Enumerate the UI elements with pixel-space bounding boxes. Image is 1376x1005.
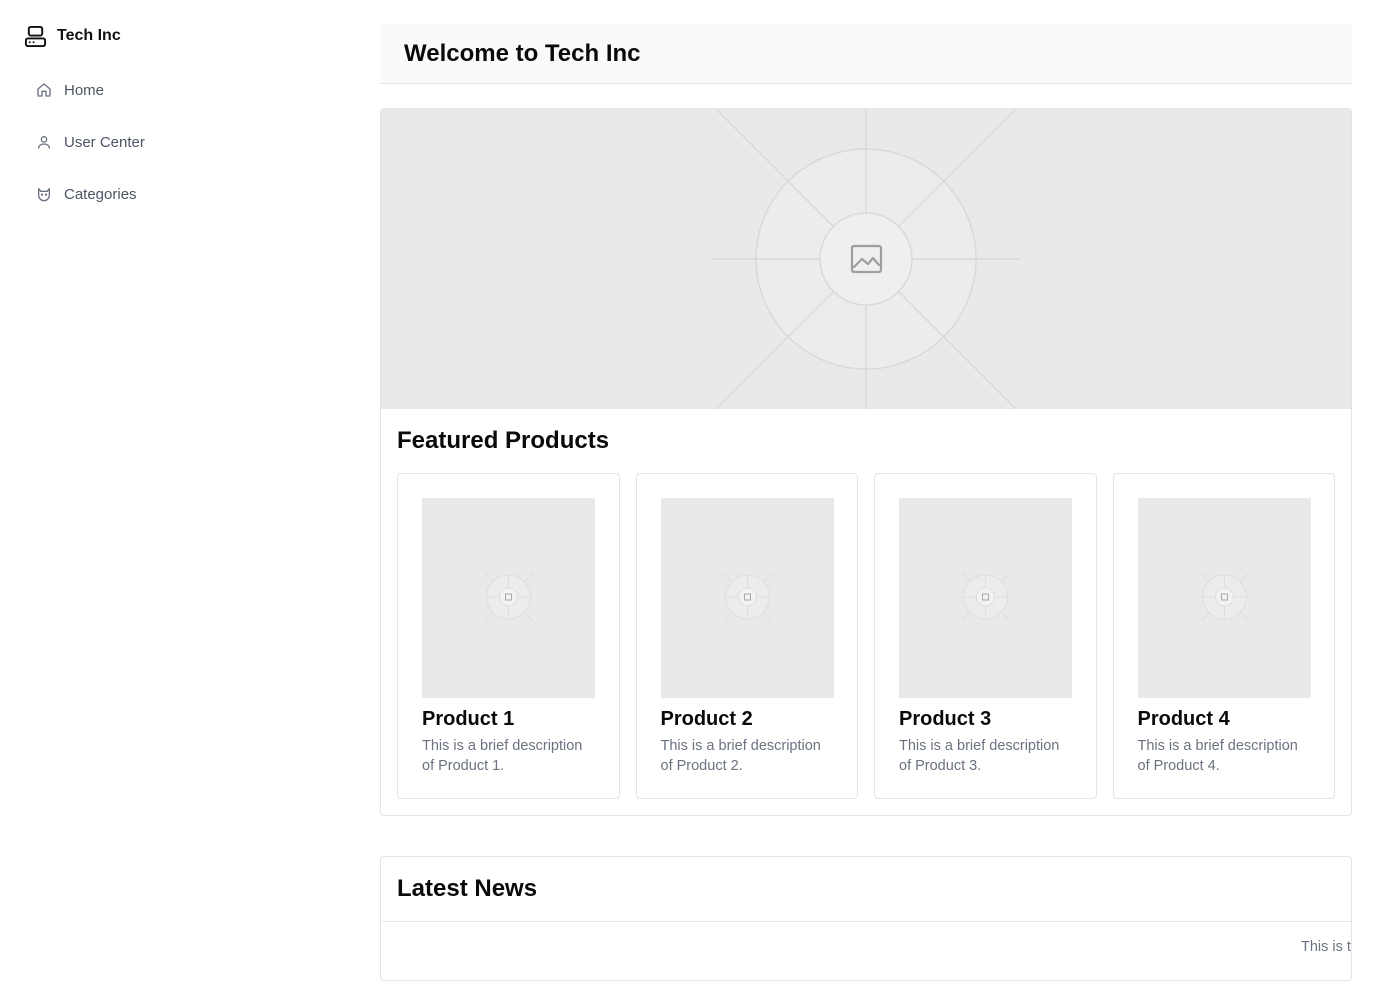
divider [381,921,1351,922]
product-description: This is a brief description of Product 1… [422,738,583,774]
product-card[interactable]: Product 4 This is a brief description of… [1112,473,1335,799]
product-name: Product 2 [660,708,753,730]
computer-icon [24,25,47,48]
product-image [1137,498,1311,698]
product-name: Product 1 [422,708,515,730]
page-title: Welcome to Tech Inc [404,39,641,67]
sidebar: Tech Inc Home User Center Categories [0,0,356,1005]
image-placeholder-icon [711,109,1021,409]
brand[interactable]: Tech Inc [24,24,121,48]
product-image [422,498,595,698]
sidebar-item-categories[interactable]: Categories [24,172,334,216]
image-placeholder-icon [723,572,772,622]
home-icon [36,82,52,98]
brand-name: Tech Inc [57,27,121,44]
news-ticker-text[interactable]: This is t [1301,939,1351,955]
product-card[interactable]: Product 2 This is a brief description of… [635,473,858,799]
product-description: This is a brief description of Product 2… [660,738,821,774]
latest-news-title: Latest News [397,875,538,902]
product-image [660,498,834,698]
featured-section-card: Featured Products Product 1 This is a br… [380,108,1352,816]
page-header: Welcome to Tech Inc [380,24,1352,84]
category-icon [36,186,52,202]
product-description: This is a brief description of Product 3… [899,738,1060,774]
product-grid: Product 1 This is a brief description of… [397,473,1335,799]
sidebar-item-label: Categories [64,185,137,203]
image-placeholder-icon [1200,572,1249,622]
latest-news-card: Latest News This is t [380,856,1352,981]
sidebar-item-home[interactable]: Home [24,68,334,112]
sidebar-item-label: User Center [64,133,145,151]
product-name: Product 4 [1137,708,1230,730]
featured-products-title: Featured Products [397,427,610,454]
image-placeholder-icon [484,572,534,622]
product-card[interactable]: Product 1 This is a brief description of… [397,473,620,799]
product-description: This is a brief description of Product 4… [1137,738,1298,774]
hero-image [381,109,1351,409]
user-icon [36,134,52,150]
product-name: Product 3 [899,708,992,730]
image-placeholder-icon [961,572,1011,622]
sidebar-item-label: Home [64,81,105,99]
product-image [899,498,1072,698]
sidebar-nav: Home User Center Categories [24,68,334,224]
sidebar-item-user-center[interactable]: User Center [24,120,334,164]
product-card[interactable]: Product 3 This is a brief description of… [874,473,1097,799]
